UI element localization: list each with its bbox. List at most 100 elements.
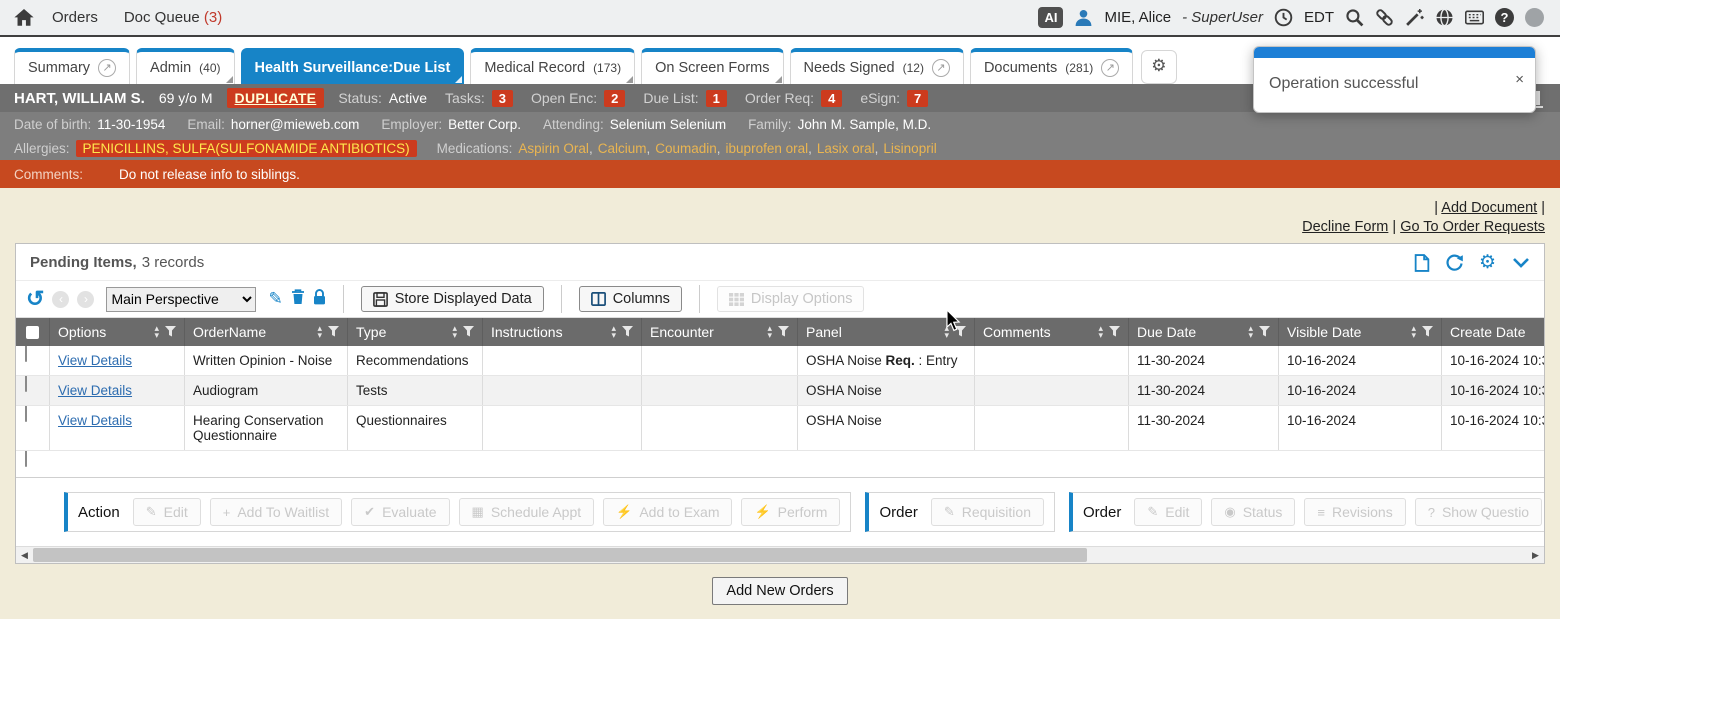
external-link-icon: ↗	[98, 59, 116, 77]
add-to-exam-button: ⚡Add to Exam	[603, 498, 732, 526]
go-to-order-requests-link[interactable]: Go To Order Requests	[1400, 219, 1545, 235]
perspective-select[interactable]: Main Perspective	[106, 287, 256, 312]
medication-item[interactable]: Lasix oral	[817, 141, 875, 156]
sort-icon[interactable]: ▴▾	[767, 325, 772, 339]
patient-count-badge[interactable]: 4	[821, 90, 842, 107]
column-header-visible-date[interactable]: Visible Date▴▾	[1279, 318, 1442, 346]
row-checkbox[interactable]	[25, 451, 27, 467]
sort-icon[interactable]: ▴▾	[944, 325, 949, 339]
filter-funnel-icon[interactable]	[1422, 324, 1433, 340]
sort-icon[interactable]: ▴▾	[1098, 325, 1103, 339]
allergies-label: Allergies:	[14, 141, 70, 156]
medication-item[interactable]: ibuprofen oral	[726, 141, 809, 156]
sort-icon[interactable]: ▴▾	[317, 325, 322, 339]
sort-icon[interactable]: ▴▾	[1411, 325, 1416, 339]
tab-documents[interactable]: Documents(281)↗	[970, 48, 1133, 84]
column-header-ordername[interactable]: OrderName▴▾	[185, 318, 348, 346]
filter-funnel-icon[interactable]	[463, 324, 474, 340]
patient-count-badge[interactable]: 1	[706, 90, 727, 107]
decline-form-link[interactable]: Decline Form	[1302, 219, 1388, 235]
keyboard-icon[interactable]	[1465, 8, 1484, 27]
view-details-link[interactable]: View Details	[58, 413, 132, 428]
tab-on-screen-forms[interactable]: On Screen Forms	[641, 48, 783, 84]
toast-close-icon[interactable]: ×	[1515, 72, 1524, 87]
globe-icon[interactable]	[1435, 8, 1454, 27]
store-displayed-data-button[interactable]: Store Displayed Data	[361, 286, 544, 312]
column-header-due-date[interactable]: Due Date▴▾	[1129, 318, 1279, 346]
view-details-link[interactable]: View Details	[58, 353, 132, 368]
tab-needs-signed[interactable]: Needs Signed(12)↗	[790, 48, 964, 84]
tab-settings-gear-icon[interactable]: ⚙	[1141, 50, 1176, 84]
medication-item[interactable]: Calcium	[598, 141, 647, 156]
breadcrumb-orders[interactable]: Orders	[52, 9, 98, 26]
delete-perspective-trash-icon[interactable]	[291, 289, 305, 310]
filter-funnel-icon[interactable]	[622, 324, 633, 340]
filter-funnel-icon[interactable]	[778, 324, 789, 340]
horizontal-scrollbar[interactable]: ◀ ▶	[16, 546, 1544, 563]
home-icon[interactable]	[14, 9, 34, 27]
duplicate-badge[interactable]: DUPLICATE	[227, 88, 325, 108]
edit-perspective-pencil-icon[interactable]: ✎	[268, 289, 282, 309]
patient-name[interactable]: HART, WILLIAM S.	[14, 90, 145, 107]
refresh-icon[interactable]	[1446, 254, 1463, 271]
view-details-link[interactable]: View Details	[58, 383, 132, 398]
action-group-action: Action✎Edit+Add To Waitlist✔Evaluate▦Sch…	[64, 492, 851, 532]
filter-funnel-icon[interactable]	[165, 324, 176, 340]
bolt-icon: ⚡	[754, 504, 770, 520]
columns-button[interactable]: Columns	[579, 286, 682, 312]
user-name[interactable]: MIE, Alice	[1104, 9, 1171, 26]
calendar-icon: ▦	[472, 504, 484, 520]
row-checkbox[interactable]	[25, 406, 27, 422]
column-header-type[interactable]: Type▴▾	[348, 318, 483, 346]
sort-icon[interactable]: ▴▾	[452, 325, 457, 339]
tab-summary[interactable]: Summary↗	[14, 48, 130, 84]
tab-admin[interactable]: Admin(40)	[136, 48, 234, 84]
medication-item[interactable]: Aspirin Oral	[518, 141, 589, 156]
wand-icon[interactable]	[1405, 8, 1424, 27]
column-header-comments[interactable]: Comments▴▾	[975, 318, 1129, 346]
scroll-right-arrow[interactable]: ▶	[1527, 547, 1544, 563]
medication-item[interactable]: Lisinopril	[883, 141, 936, 156]
user-icon	[1074, 8, 1093, 27]
sort-icon[interactable]: ▴▾	[154, 325, 159, 339]
tab-health-surveillance-due-list[interactable]: Health Surveillance:Due List	[241, 48, 465, 84]
select-all-checkbox[interactable]	[26, 326, 39, 339]
patient-count-badge[interactable]: 7	[907, 90, 928, 107]
new-document-icon[interactable]	[1414, 254, 1430, 272]
add-document-link[interactable]: Add Document	[1441, 200, 1537, 216]
filter-funnel-icon[interactable]	[955, 324, 966, 340]
sort-icon[interactable]: ▴▾	[611, 325, 616, 339]
scroll-left-arrow[interactable]: ◀	[16, 547, 33, 563]
column-header-label: Options	[58, 324, 148, 340]
panel-suffix-text: : Entry	[915, 353, 958, 368]
search-icon[interactable]	[1345, 8, 1364, 27]
column-header-create-date[interactable]: Create Date▴▾	[1442, 318, 1544, 346]
filter-funnel-icon[interactable]	[328, 324, 339, 340]
scrollbar-thumb[interactable]	[33, 548, 1087, 562]
filter-funnel-icon[interactable]	[1109, 324, 1120, 340]
column-header-instructions[interactable]: Instructions▴▾	[483, 318, 642, 346]
row-checkbox[interactable]	[25, 346, 27, 362]
lock-perspective-icon[interactable]	[313, 289, 326, 310]
columns-icon	[591, 292, 606, 306]
ai-badge[interactable]: AI	[1038, 7, 1063, 28]
column-header-options[interactable]: Options ▴▾	[50, 318, 185, 346]
breadcrumb-doc-queue[interactable]: Doc Queue (3)	[124, 9, 222, 26]
column-header-panel[interactable]: Panel▴▾	[798, 318, 975, 346]
column-header-encounter[interactable]: Encounter▴▾	[642, 318, 798, 346]
help-icon[interactable]: ?	[1495, 8, 1514, 27]
patient-count-badge[interactable]: 2	[604, 90, 625, 107]
panel-settings-gear-icon[interactable]: ⚙	[1479, 253, 1496, 272]
medication-item[interactable]: Coumadin	[655, 141, 717, 156]
reset-perspective-icon[interactable]: ↺	[26, 288, 44, 310]
collapse-chevron-icon[interactable]	[1512, 257, 1530, 268]
link-icon[interactable]	[1375, 8, 1394, 27]
add-new-orders-button[interactable]: Add New Orders	[712, 577, 847, 605]
tab-medical-record[interactable]: Medical Record(173)	[470, 48, 635, 84]
allergies-value[interactable]: PENICILLINS, SULFA(SULFONAMIDE ANTIBIOTI…	[76, 140, 417, 157]
patient-count-badge[interactable]: 3	[492, 90, 513, 107]
row-checkbox[interactable]	[25, 376, 27, 392]
sort-icon[interactable]: ▴▾	[1248, 325, 1253, 339]
filter-funnel-icon[interactable]	[1259, 324, 1270, 340]
comments-cell	[975, 346, 1129, 375]
